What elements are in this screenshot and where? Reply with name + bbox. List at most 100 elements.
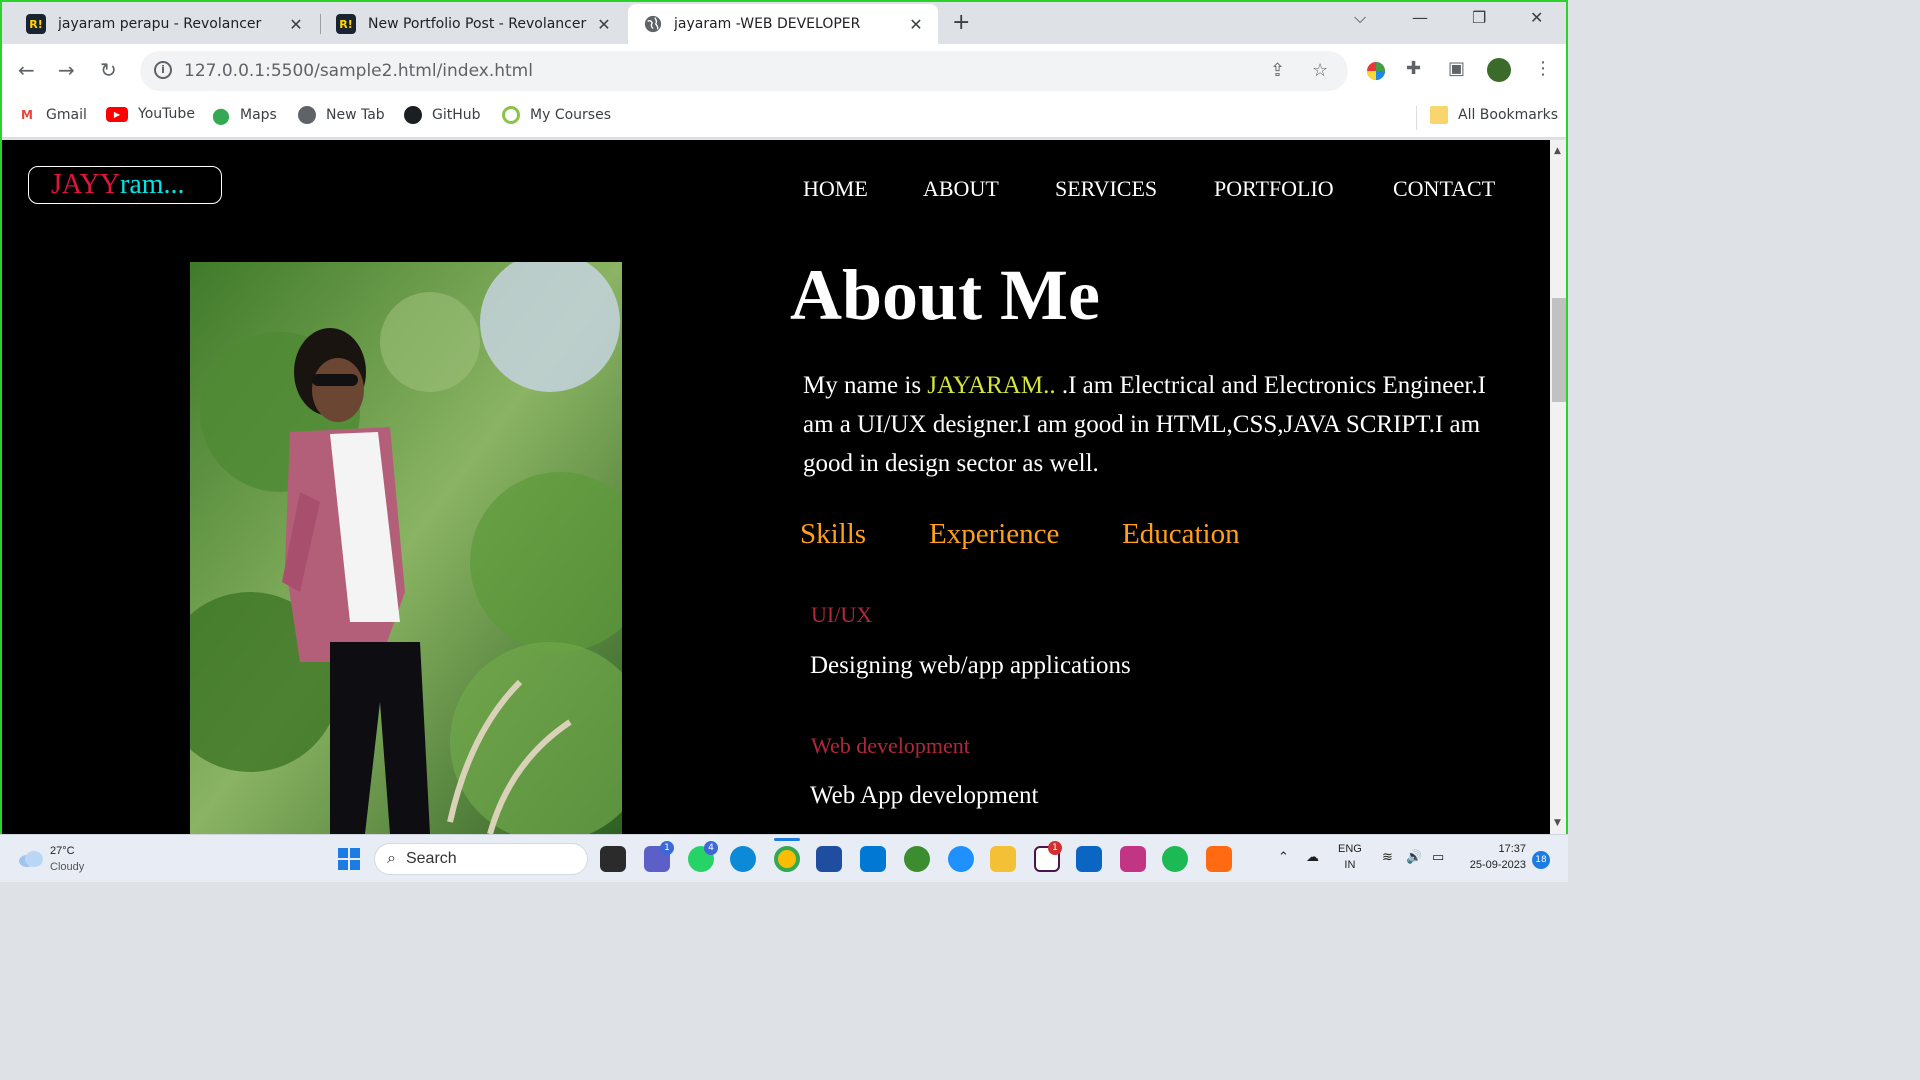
tab-revolancer-profile[interactable]: R! jayaram perapu - Revolancer ✕ — [4, 4, 318, 44]
battery-icon[interactable]: ▭ — [1432, 849, 1444, 865]
volume-icon[interactable]: 🔊 — [1406, 849, 1422, 865]
slack-badge: 1 — [1048, 841, 1062, 855]
weather-condition: Cloudy — [50, 861, 85, 873]
new-tab-button[interactable]: + — [952, 10, 970, 35]
bookmark-label: New Tab — [326, 107, 385, 123]
side-panel-icon[interactable]: ▣ — [1448, 58, 1465, 79]
store-icon[interactable] — [816, 846, 842, 872]
logo-part-2: ram... — [120, 169, 185, 200]
mail-icon[interactable] — [1076, 846, 1102, 872]
about-heading: About Me — [790, 255, 1100, 335]
back-button[interactable]: ← — [18, 58, 35, 82]
bookmarks-bar: M Gmail ▶ YouTube ⬤ Maps New Tab GitHub My … — [0, 98, 1568, 138]
whatsapp-badge: 4 — [704, 841, 718, 855]
bookmark-label: Maps — [240, 107, 277, 123]
nav-home[interactable]: HOME — [803, 176, 868, 202]
reload-button[interactable]: ↻ — [100, 58, 117, 82]
onedrive-icon[interactable]: ☁ — [1306, 849, 1319, 865]
close-icon[interactable]: ✕ — [906, 15, 926, 34]
tab-skills[interactable]: Skills — [800, 518, 866, 551]
taskbar-search[interactable]: ⌕ Search — [374, 843, 588, 875]
profile-avatar[interactable] — [1487, 58, 1511, 82]
scrollbar-thumb[interactable] — [1552, 298, 1566, 402]
edge-icon[interactable] — [730, 846, 756, 872]
region-code: IN — [1344, 859, 1356, 871]
language-indicator[interactable]: ENG IN — [1338, 841, 1362, 873]
windows-taskbar: 27°C Cloudy ⌕ Search 1 4 1 ⌃ ☁ ENG IN ≋ 🔊… — [0, 834, 1568, 882]
bookmark-label: Gmail — [46, 107, 87, 123]
page-scrollbar[interactable]: ▲ ▼ — [1550, 140, 1568, 834]
extensions-icon[interactable]: ✚ — [1406, 58, 1421, 79]
bookmark-github[interactable]: GitHub — [404, 106, 481, 124]
url-text[interactable]: 127.0.0.1:5500/sample2.html/index.html — [184, 61, 533, 81]
app-leaf-icon[interactable] — [904, 846, 930, 872]
lang-code: ENG — [1338, 843, 1362, 855]
tab-education[interactable]: Education — [1122, 518, 1240, 551]
bookmark-maps[interactable]: ⬤ Maps — [212, 105, 277, 125]
nav-contact[interactable]: CONTACT — [1393, 176, 1495, 202]
bookmark-label: YouTube — [138, 106, 195, 122]
chrome-icon[interactable] — [774, 846, 800, 872]
nav-services[interactable]: SERVICES — [1055, 176, 1157, 202]
bookmark-new-tab[interactable]: New Tab — [298, 106, 385, 124]
bio-prefix: My name is — [803, 372, 928, 399]
notification-badge[interactable]: 18 — [1532, 851, 1550, 869]
all-bookmarks-button[interactable]: All Bookmarks — [1430, 106, 1558, 124]
teams-badge: 1 — [660, 841, 674, 855]
help-icon[interactable] — [948, 846, 974, 872]
chevron-down-icon[interactable]: ⌵ — [1354, 8, 1366, 28]
tab-strip: R! jayaram perapu - Revolancer ✕ R! New … — [0, 0, 1568, 44]
revolancer-icon: R! — [336, 14, 356, 34]
maps-pin-icon: ⬤ — [212, 105, 230, 125]
scroll-down-arrow[interactable]: ▼ — [1554, 818, 1561, 828]
url-path: :5500/sample2.html/index.html — [265, 61, 533, 81]
chevron-up-icon[interactable]: ⌃ — [1278, 849, 1289, 865]
bookmark-my-courses[interactable]: My Courses — [502, 106, 611, 124]
instagram-icon[interactable] — [1120, 846, 1146, 872]
close-icon[interactable]: ✕ — [286, 15, 306, 34]
bookmark-label: GitHub — [432, 107, 481, 123]
tab-web-developer[interactable]: jayaram -WEB DEVELOPER ✕ — [628, 4, 938, 44]
bio-name: JAYARAM.. — [927, 372, 1062, 399]
windows-start-icon[interactable] — [338, 848, 360, 870]
browser-toolbar: ← → ↻ i 127.0.0.1:5500/sample2.html/inde… — [0, 44, 1568, 98]
task-view-icon[interactable] — [600, 846, 626, 872]
app-q-icon[interactable] — [1206, 846, 1232, 872]
globe-icon — [298, 106, 316, 124]
tab-experience[interactable]: Experience — [929, 518, 1059, 551]
close-window-button[interactable]: ✕ — [1530, 8, 1543, 27]
weather-widget[interactable]: 27°C Cloudy — [18, 843, 84, 875]
spotify-icon[interactable] — [1162, 846, 1188, 872]
site-logo[interactable]: JAYYram... — [28, 166, 222, 204]
courses-icon — [502, 106, 520, 124]
nav-portfolio[interactable]: PORTFOLIO — [1214, 176, 1334, 202]
weather-temp: 27°C — [50, 845, 75, 857]
clock[interactable]: 17:37 25-09-2023 — [1462, 841, 1526, 873]
restore-button[interactable]: ❐ — [1472, 8, 1486, 27]
info-icon[interactable]: i — [154, 61, 172, 79]
menu-icon[interactable]: ⋮ — [1534, 58, 1552, 79]
skill-title: Web development — [811, 733, 970, 758]
globe-icon — [644, 15, 662, 33]
clock-time: 17:37 — [1498, 843, 1526, 855]
clock-date: 25-09-2023 — [1469, 859, 1526, 871]
bookmark-gmail[interactable]: M Gmail — [18, 106, 87, 124]
forward-button[interactable]: → — [58, 58, 75, 82]
nav-about[interactable]: ABOUT — [923, 176, 999, 202]
scroll-up-arrow[interactable]: ▲ — [1554, 146, 1561, 156]
skill-description: Web App development — [810, 782, 1039, 809]
color-extension-icon[interactable] — [1366, 61, 1386, 81]
bookmark-youtube[interactable]: ▶ YouTube — [106, 106, 195, 122]
close-icon[interactable]: ✕ — [594, 15, 614, 34]
address-bar[interactable]: i 127.0.0.1:5500/sample2.html/index.html… — [140, 51, 1348, 91]
file-explorer-icon[interactable] — [990, 846, 1016, 872]
wifi-icon[interactable]: ≋ — [1382, 849, 1393, 865]
tab-revolancer-post[interactable]: R! New Portfolio Post - Revolancer ✕ — [314, 4, 626, 44]
vscode-icon[interactable] — [860, 846, 886, 872]
web-page: JAYYram... HOME ABOUT SERVICES PORTFOLIO… — [0, 140, 1550, 834]
star-icon[interactable]: ☆ — [1312, 60, 1328, 81]
bookmark-label: My Courses — [530, 107, 611, 123]
share-icon[interactable]: ⇪ — [1270, 60, 1285, 81]
minimize-button[interactable]: — — [1412, 8, 1428, 27]
bio-text: My name is JAYARAM.. .I am Electrical an… — [803, 366, 1503, 483]
